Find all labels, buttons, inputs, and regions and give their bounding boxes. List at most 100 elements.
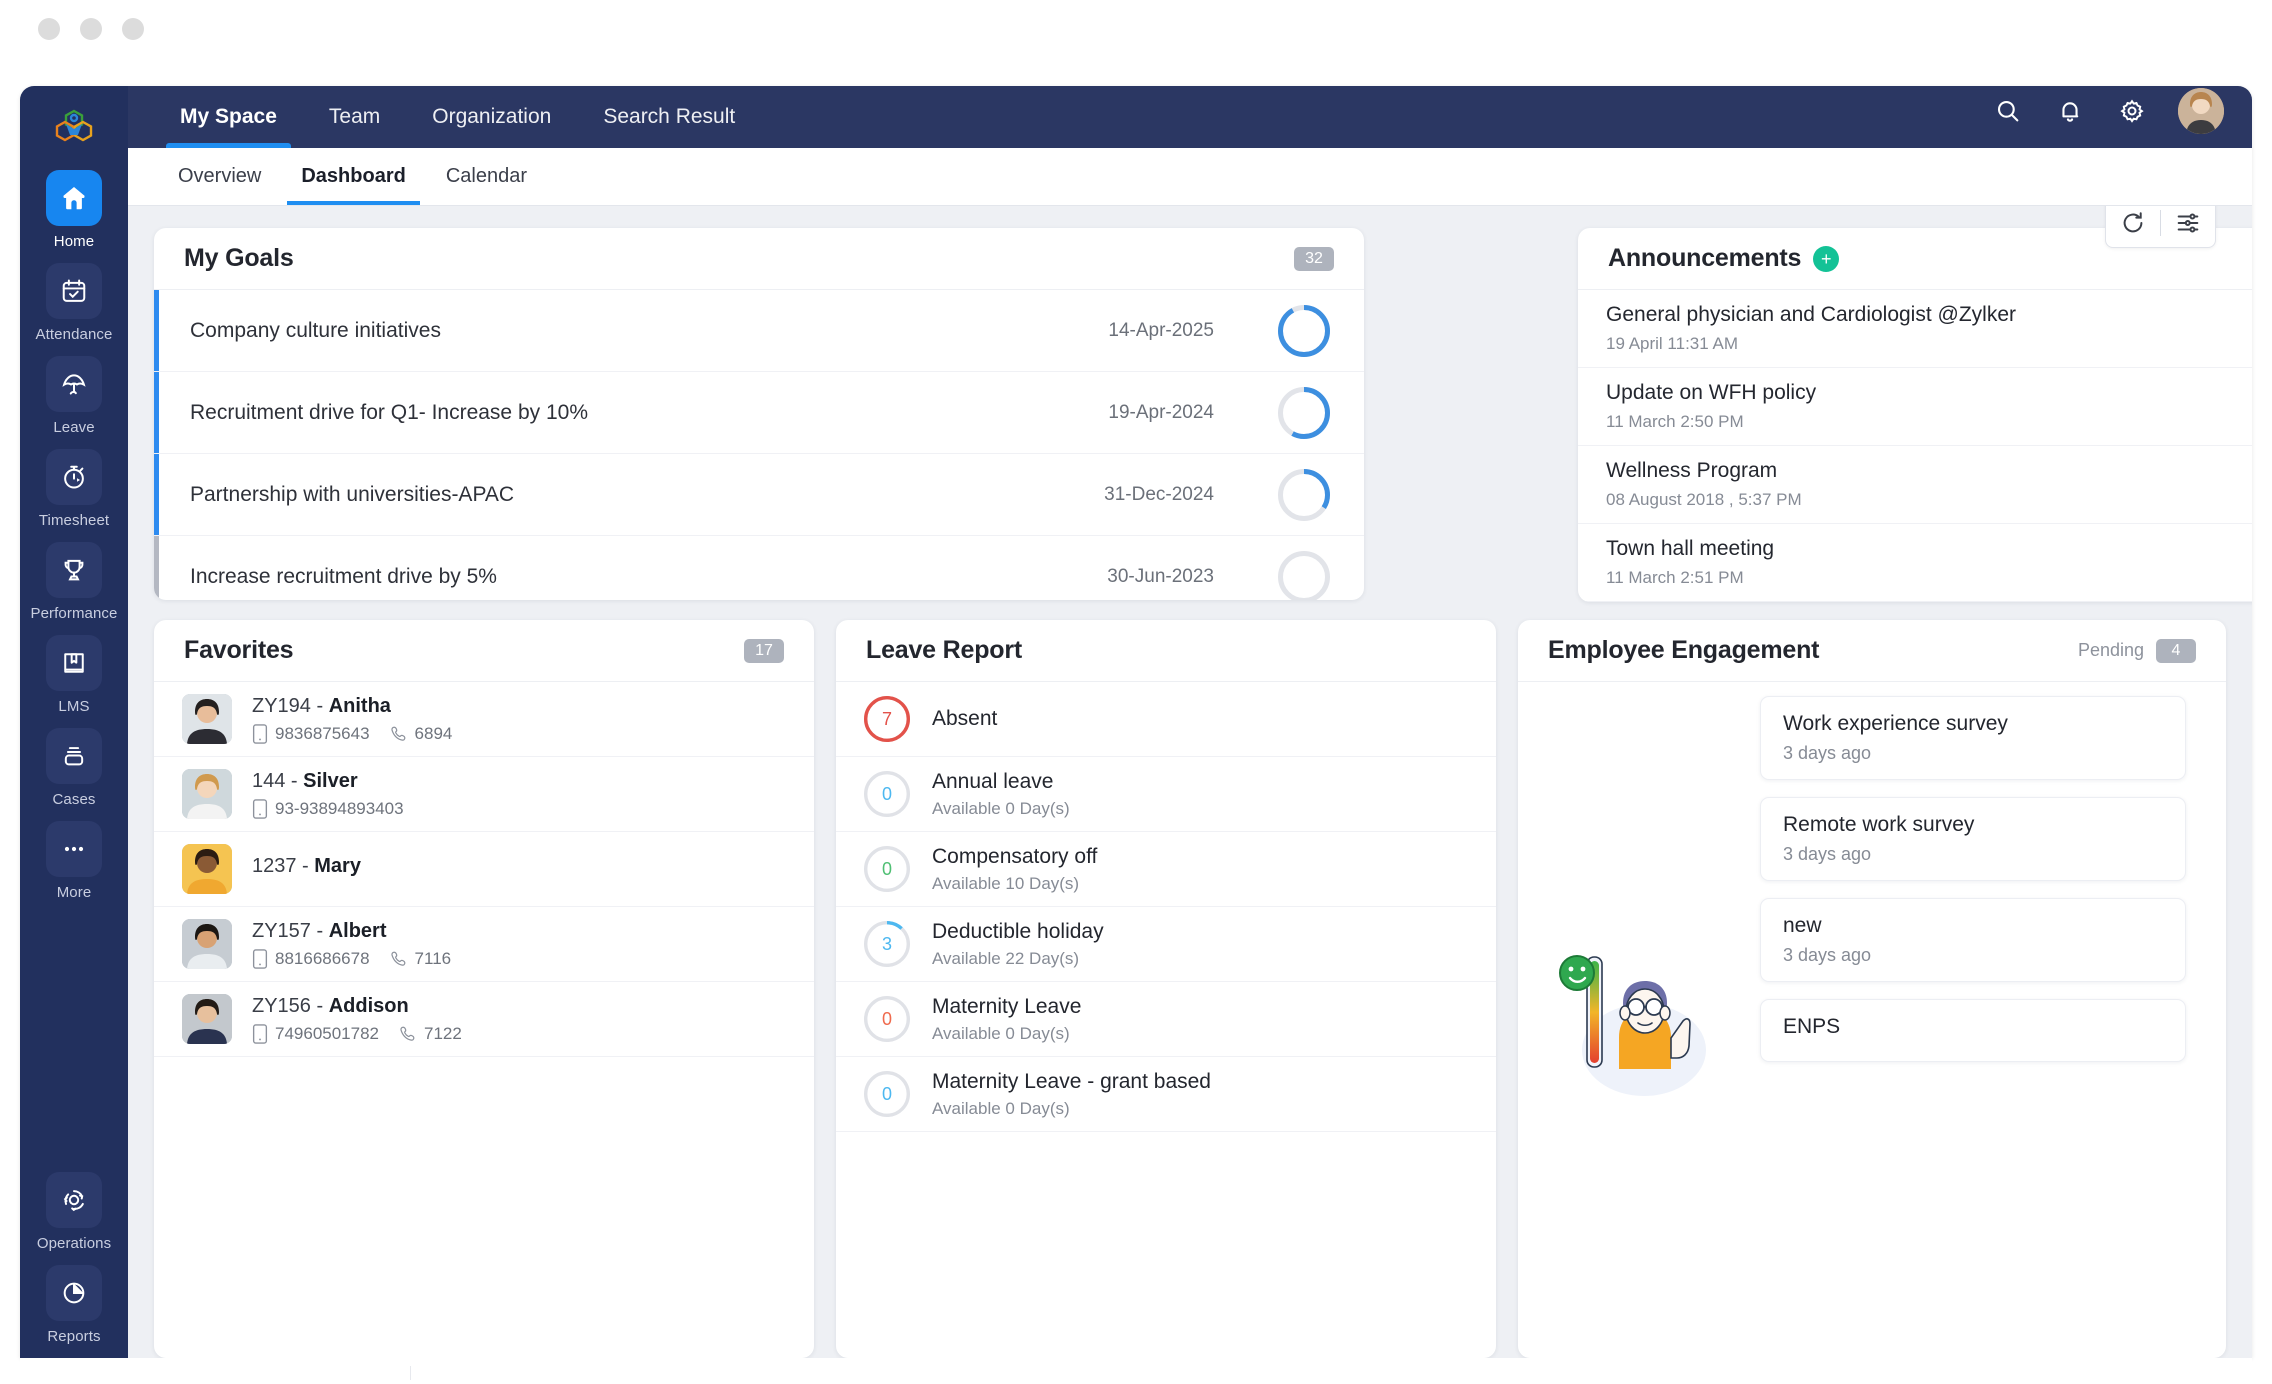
- trophy-icon: [46, 542, 102, 598]
- sidebar-item-more[interactable]: More: [20, 821, 128, 901]
- favorite-row[interactable]: ZY156 - Addison 74960501782 7122: [154, 982, 814, 1057]
- leave-progress-ring: 7: [864, 696, 910, 742]
- engagement-survey-item[interactable]: new3 days ago: [1760, 898, 2186, 982]
- favorite-row[interactable]: 1237 - Mary: [154, 832, 814, 907]
- announcement-texts: General physician and Cardiologist @Zylk…: [1606, 303, 2016, 354]
- sliders-icon[interactable]: [2161, 206, 2215, 247]
- engagement-survey-title: Remote work survey: [1783, 813, 2163, 837]
- leave-texts: Annual leave Available 0 Day(s): [932, 770, 1070, 819]
- window-minimize-dot[interactable]: [80, 18, 102, 40]
- goal-progress-ring: [1278, 305, 1330, 357]
- engagement-survey-item[interactable]: ENPS: [1760, 999, 2186, 1062]
- sidebar-item-label: Performance: [31, 605, 118, 622]
- sidebar-item-lms[interactable]: LMS: [20, 635, 128, 715]
- favorite-row[interactable]: ZY157 - Albert 8816686678 7116: [154, 907, 814, 982]
- goal-row[interactable]: Recruitment drive for Q1- Increase by 10…: [154, 372, 1364, 454]
- leave-row[interactable]: 0 Compensatory off Available 10 Day(s): [836, 832, 1496, 907]
- bell-icon[interactable]: [2054, 95, 2086, 127]
- pending-label: Pending: [2078, 640, 2144, 661]
- sidebar-item-cases[interactable]: Cases: [20, 728, 128, 808]
- tab-my-space[interactable]: My Space: [158, 86, 299, 148]
- engagement-survey-item[interactable]: Remote work survey3 days ago: [1760, 797, 2186, 881]
- add-announcement-button[interactable]: +: [1813, 246, 1839, 272]
- leave-row[interactable]: 0 Annual leave Available 0 Day(s): [836, 757, 1496, 832]
- tab-dashboard[interactable]: Dashboard: [281, 148, 425, 205]
- pending-count-badge: 4: [2156, 639, 2196, 663]
- my-goals-header: My Goals 32: [154, 228, 1364, 290]
- pie-chart-icon: [46, 1265, 102, 1321]
- tab-search-result[interactable]: Search Result: [581, 86, 757, 148]
- tab-organization[interactable]: Organization: [410, 86, 573, 148]
- leave-row[interactable]: 7 Absent: [836, 682, 1496, 757]
- goal-due-date: 14-Apr-2025: [1108, 320, 1214, 342]
- ellipsis-icon: [46, 821, 102, 877]
- leave-type: Absent: [932, 707, 997, 731]
- goal-row[interactable]: Increase recruitment drive by 5% 30-Jun-…: [154, 536, 1364, 600]
- announcement-row[interactable]: Wellness Program 08 August 2018 , 5:37 P…: [1578, 446, 2252, 524]
- leave-row[interactable]: 0 Maternity Leave Available 0 Day(s): [836, 982, 1496, 1057]
- search-icon[interactable]: [1992, 95, 2024, 127]
- announcement-title: Update on WFH policy: [1606, 381, 1816, 405]
- favorite-name: 144 - Silver: [252, 770, 404, 793]
- operations-icon: [46, 1172, 102, 1228]
- goal-row[interactable]: Company culture initiatives 14-Apr-2025: [154, 290, 1364, 372]
- engagement-survey-item[interactable]: Work experience survey3 days ago: [1760, 696, 2186, 780]
- calendar-check-icon: [46, 263, 102, 319]
- announcement-row[interactable]: Update on WFH policy 11 March 2:50 PM: [1578, 368, 2252, 446]
- sidebar-item-label: Cases: [52, 791, 95, 808]
- announcement-title: General physician and Cardiologist @Zylk…: [1606, 303, 2016, 327]
- goal-progress-ring: [1278, 387, 1330, 439]
- sidebar-item-label: Timesheet: [39, 512, 109, 529]
- favorite-mobile: 93-93894893403: [252, 799, 404, 819]
- window-traffic-lights: [38, 18, 144, 40]
- favorite-texts: ZY157 - Albert 8816686678 7116: [252, 920, 451, 969]
- leave-progress-ring: 0: [864, 771, 910, 817]
- favorite-extension: 6894: [390, 724, 453, 744]
- leave-value: 0: [864, 846, 910, 892]
- announcement-row[interactable]: Town hall meeting 11 March 2:51 PM: [1578, 524, 2252, 602]
- favorite-photo: [182, 844, 232, 894]
- engagement-survey-time: 3 days ago: [1783, 743, 2163, 764]
- sidebar-item-timesheet[interactable]: Timesheet: [20, 449, 128, 529]
- window-maximize-dot[interactable]: [122, 18, 144, 40]
- gear-icon[interactable]: [2116, 95, 2148, 127]
- favorite-mobile: 74960501782: [252, 1024, 379, 1044]
- goal-row[interactable]: Partnership with universities-APAC 31-De…: [154, 454, 1364, 536]
- sidebar-item-attendance[interactable]: Attendance: [20, 263, 128, 343]
- dock-divider: [410, 1366, 411, 1380]
- bottom-widgets-row: Favorites 17 ZY194 - Anitha 9836875643 6…: [154, 620, 2226, 1358]
- favorite-contact: 9836875643 6894: [252, 724, 452, 744]
- favorite-contact: 93-93894893403: [252, 799, 404, 819]
- announcement-row[interactable]: General physician and Cardiologist @Zylk…: [1578, 290, 2252, 368]
- goal-name: Partnership with universities-APAC: [190, 481, 660, 509]
- sidebar-item-performance[interactable]: Performance: [20, 542, 128, 622]
- tab-overview[interactable]: Overview: [158, 148, 281, 205]
- leave-available: Available 0 Day(s): [932, 1099, 1211, 1119]
- sidebar-item-operations[interactable]: Operations: [20, 1172, 128, 1252]
- refresh-icon[interactable]: [2106, 206, 2160, 247]
- sidebar-item-label: LMS: [58, 698, 89, 715]
- favorite-texts: 144 - Silver 93-93894893403: [252, 770, 404, 819]
- leave-row[interactable]: 3 Deductible holiday Available 22 Day(s): [836, 907, 1496, 982]
- engagement-survey-list: Work experience survey3 days ago Remote w…: [1754, 682, 2200, 1358]
- survey-person-illustration: [1544, 925, 1744, 1115]
- sidebar-item-reports[interactable]: Reports: [20, 1265, 128, 1345]
- leave-row[interactable]: 0 Maternity Leave - grant based Availabl…: [836, 1057, 1496, 1132]
- favorite-row[interactable]: 144 - Silver 93-93894893403: [154, 757, 814, 832]
- leave-type: Compensatory off: [932, 845, 1097, 869]
- left-sidebar: Home Attendance: [20, 86, 128, 1358]
- favorite-name: ZY156 - Addison: [252, 995, 462, 1018]
- app-logo[interactable]: [46, 100, 102, 156]
- sidebar-item-home[interactable]: Home: [20, 170, 128, 250]
- sub-tab-bar: Overview Dashboard Calendar: [128, 148, 2252, 206]
- sidebar-item-leave[interactable]: Leave: [20, 356, 128, 436]
- tab-team[interactable]: Team: [307, 86, 402, 148]
- top-nav-items: My Space Team Organization Search Result: [128, 86, 765, 148]
- leave-value: 0: [864, 771, 910, 817]
- leave-report-card: Leave Report 7 Absent 0 Annual leave Ava…: [836, 620, 1496, 1358]
- favorite-row[interactable]: ZY194 - Anitha 9836875643 6894: [154, 682, 814, 757]
- engagement-survey-title: ENPS: [1783, 1015, 2163, 1039]
- tab-calendar[interactable]: Calendar: [426, 148, 547, 205]
- avatar[interactable]: [2178, 88, 2224, 134]
- window-close-dot[interactable]: [38, 18, 60, 40]
